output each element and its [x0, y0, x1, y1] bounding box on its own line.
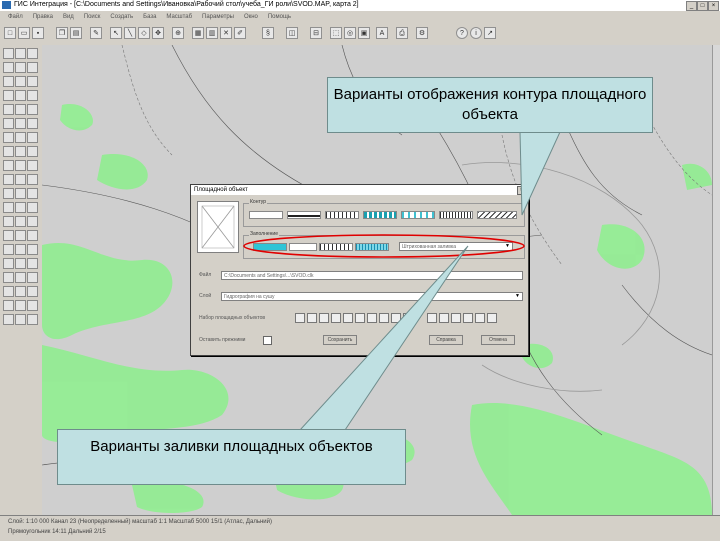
fill-callout-text: Варианты заливки площадных объектов [90, 438, 373, 455]
outline-callout: Варианты отображения контура площадного … [327, 77, 653, 133]
outline-callout-text: Варианты отображения контура площадного … [333, 86, 647, 123]
fill-callout: Варианты заливки площадных объектов [57, 429, 406, 485]
